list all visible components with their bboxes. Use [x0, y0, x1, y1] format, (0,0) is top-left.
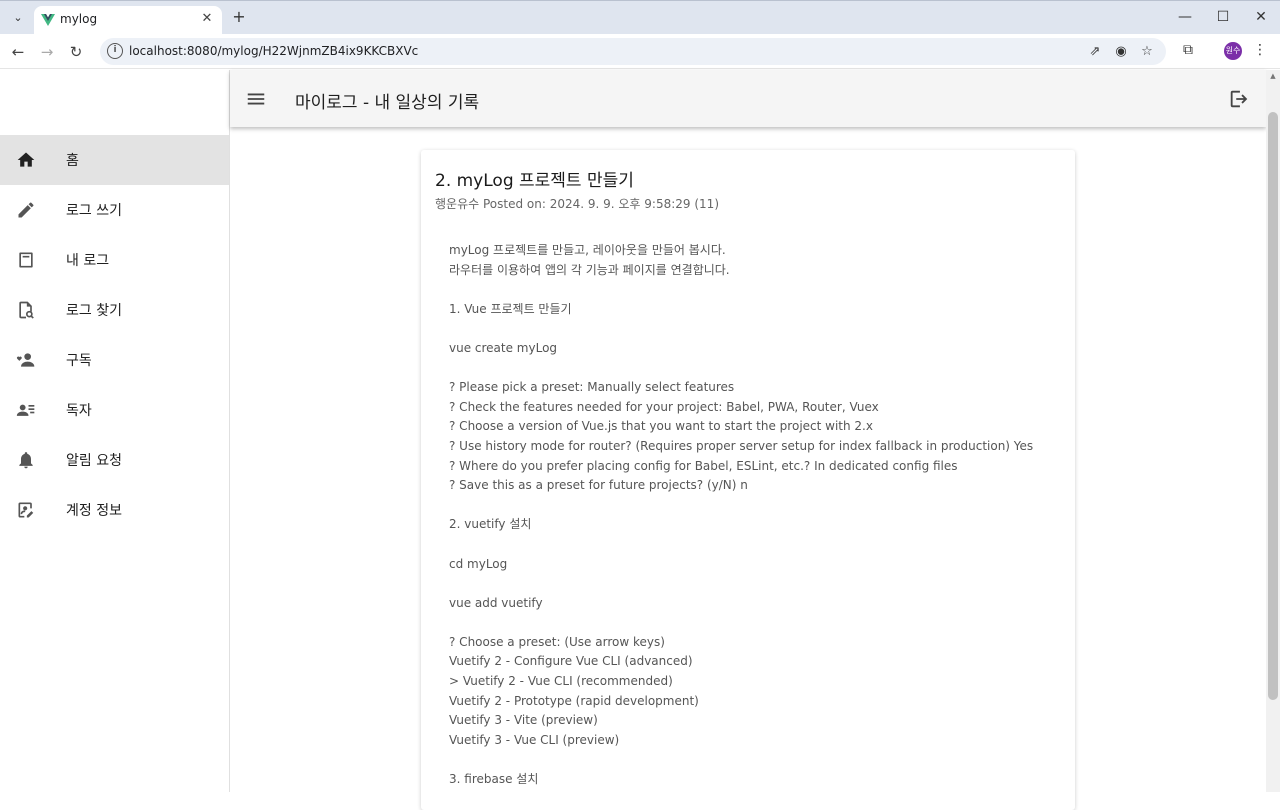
hamburger-menu-icon[interactable] — [245, 88, 267, 110]
sidebar-item-find-log[interactable]: 로그 찾기 — [0, 285, 229, 335]
minimize-icon[interactable]: — — [1174, 7, 1196, 27]
window-close-icon[interactable]: ✕ — [1250, 7, 1272, 27]
post-line: ? Check the features needed for your pro… — [449, 399, 879, 414]
scroll-up-arrow-icon[interactable]: ▲ — [1269, 72, 1277, 80]
back-icon[interactable]: ← — [6, 40, 30, 64]
app-bar: 마이로그 - 내 일상의 기록 — [230, 70, 1266, 127]
sidebar-item-label: 내 로그 — [66, 253, 110, 269]
address-bar[interactable]: i localhost:8080/mylog/H22WjnmZB4ix9KKCB… — [100, 38, 1166, 65]
post-line: 라우터를 이용하여 앱의 각 기능과 페이지를 연결합니다. — [449, 262, 730, 277]
page-viewport: 홈 로그 쓰기 내 로그 로그 찾기 구독 독자 알림 요청 계정 정보 마이로… — [0, 70, 1280, 810]
post-line: ? Where do you prefer placing config for… — [449, 458, 958, 473]
post-line — [449, 535, 1059, 555]
sidebar-item-label: 로그 찾기 — [66, 303, 122, 319]
browser-toolbar: ← → ↻ i localhost:8080/mylog/H22WjnmZB4i… — [0, 34, 1280, 69]
sidebar-item-label: 로그 쓰기 — [66, 203, 122, 219]
post-line: vue create myLog — [449, 340, 558, 355]
scrollbar-thumb[interactable] — [1268, 112, 1278, 700]
logout-icon[interactable] — [1228, 88, 1250, 110]
post-line: 2. vuetify 설치 — [449, 517, 532, 532]
site-info-icon[interactable]: i — [107, 43, 123, 59]
pencil-icon — [18, 202, 34, 218]
post-line — [449, 496, 1059, 516]
post-line: 1. Vue 프로젝트 만들기 — [449, 301, 572, 316]
profile-avatar[interactable]: 원수 — [1224, 42, 1242, 60]
forward-icon[interactable]: → — [35, 40, 59, 64]
navigation-drawer: 홈 로그 쓰기 내 로그 로그 찾기 구독 독자 알림 요청 계정 정보 — [0, 70, 230, 792]
post-line: ? Choose a version of Vue.js that you wa… — [449, 419, 873, 434]
sidebar-item-label: 알림 요청 — [66, 453, 122, 469]
post-line: cd myLog — [449, 556, 508, 571]
post-line: myLog 프로젝트를 만들고, 레이아웃을 만들어 봅시다. — [449, 243, 726, 257]
post-title: 2. myLog 프로젝트 만들기 — [435, 171, 634, 191]
post-line: vue add vuetify — [449, 595, 543, 610]
post-line: ? Please pick a preset: Manually select … — [449, 380, 735, 395]
post-line: ? Use history mode for router? (Requires… — [449, 438, 1034, 453]
post-line: Vuetify 2 - Configure Vue CLI (advanced) — [449, 654, 693, 669]
sidebar-item-subscribe[interactable]: 구독 — [0, 335, 229, 385]
post-line: ? Choose a preset: (Use arrow keys) — [449, 634, 665, 649]
sidebar-item-write-log[interactable]: 로그 쓰기 — [0, 185, 229, 235]
browser-menu-icon[interactable]: ⋮ — [1250, 40, 1270, 60]
tab-close-icon[interactable]: ✕ — [198, 10, 216, 28]
post-line: Vuetify 3 - Vue CLI (preview) — [449, 732, 620, 747]
sidebar-item-label: 계정 정보 — [66, 503, 122, 519]
post-line — [449, 280, 1059, 300]
account-edit-icon — [18, 502, 34, 518]
url-text[interactable]: localhost:8080/mylog/H22WjnmZB4ix9KKCBXV… — [129, 44, 418, 58]
vue-logo-icon — [41, 14, 55, 26]
post-line — [449, 750, 1059, 770]
browser-tab[interactable]: mylog ✕ — [34, 6, 222, 35]
sidebar-item-account-info[interactable]: 계정 정보 — [0, 485, 229, 535]
tab-title: mylog — [60, 12, 98, 26]
sidebar-item-my-log[interactable]: 내 로그 — [0, 235, 229, 285]
home-icon — [17, 152, 35, 167]
sidebar-item-label: 구독 — [66, 353, 92, 369]
bookmark-star-icon[interactable]: ☆ — [1138, 43, 1156, 61]
browser-tab-strip: ⌄ mylog ✕ + — ☐ ✕ — [0, 0, 1280, 35]
sidebar-item-label: 독자 — [66, 403, 92, 419]
page-scrollbar[interactable]: ▲ — [1266, 70, 1280, 792]
maximize-icon[interactable]: ☐ — [1212, 7, 1234, 27]
sidebar-item-label: 홈 — [66, 153, 79, 169]
tab-search-chevron-icon[interactable]: ⌄ — [8, 8, 28, 28]
post-line: Vuetify 3 - Vite (preview) — [449, 713, 598, 728]
post-card: 2. myLog 프로젝트 만들기 행운유수 Posted on: 2024. … — [421, 150, 1075, 810]
post-content: myLog 프로젝트를 만들고, 레이아웃을 만들어 봅시다. 라우터를 이용하여… — [449, 241, 1059, 790]
eye-icon[interactable]: ◉ — [1112, 43, 1130, 61]
bell-icon — [19, 452, 33, 469]
post-line: 3. firebase 설치 — [449, 772, 539, 787]
new-tab-icon[interactable]: + — [230, 8, 248, 26]
post-line — [449, 613, 1059, 633]
post-line — [449, 319, 1059, 339]
sidebar-item-home[interactable]: 홈 — [0, 135, 229, 185]
file-search-icon — [19, 301, 34, 319]
reload-icon[interactable]: ↻ — [64, 40, 88, 64]
post-line: > Vuetify 2 - Vue CLI (recommended) — [449, 674, 673, 689]
extensions-icon[interactable]: ⧉ — [1178, 40, 1198, 60]
post-line: Vuetify 2 - Prototype (rapid development… — [449, 693, 699, 708]
sidebar-item-notification-request[interactable]: 알림 요청 — [0, 435, 229, 485]
post-line — [449, 574, 1059, 594]
user-heart-icon — [16, 353, 35, 367]
post-line — [449, 359, 1059, 379]
sidebar-item-readers[interactable]: 독자 — [0, 385, 229, 435]
notebook-icon — [19, 252, 33, 268]
open-in-app-icon[interactable]: ⇗ — [1086, 43, 1104, 61]
page-title: 마이로그 - 내 일상의 기록 — [295, 93, 480, 113]
post-line: ? Save this as a preset for future proje… — [449, 478, 748, 493]
user-list-icon — [16, 404, 35, 416]
post-meta: 행운유수 Posted on: 2024. 9. 9. 오후 9:58:29 (… — [435, 197, 719, 211]
